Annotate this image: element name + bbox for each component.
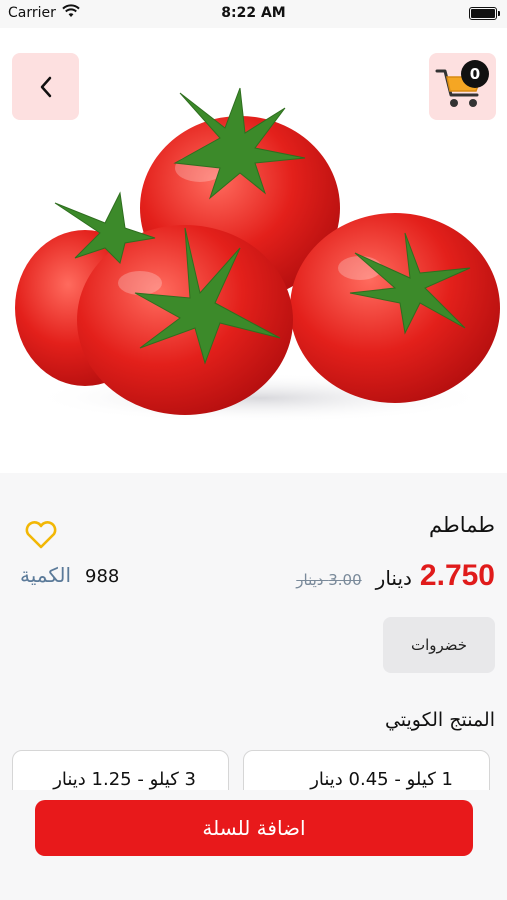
category-chip[interactable]: خضروات bbox=[383, 617, 495, 673]
old-price: 3.00 دينار bbox=[296, 571, 362, 589]
price-currency: دينار bbox=[375, 566, 412, 590]
back-button[interactable] bbox=[12, 53, 79, 120]
options-section-title: المنتج الكويتي bbox=[384, 709, 495, 731]
price-value: 2.750 bbox=[419, 559, 495, 592]
quantity-info: الكمية 988 bbox=[20, 563, 119, 587]
price-row: 2.750 دينار 3.00 دينار bbox=[296, 559, 495, 593]
clock: 8:22 AM bbox=[221, 5, 286, 21]
cart-count-badge: 0 bbox=[461, 60, 489, 88]
status-bar: Carrier 8:22 AM bbox=[0, 0, 507, 28]
quantity-value: 988 bbox=[85, 566, 120, 587]
cart-button[interactable]: 0 bbox=[429, 53, 496, 120]
chevron-left-icon bbox=[40, 76, 51, 97]
bottom-bar: اضافة للسلة bbox=[0, 790, 507, 900]
battery-icon bbox=[469, 7, 500, 20]
heart-icon[interactable] bbox=[24, 520, 58, 554]
add-to-cart-button[interactable]: اضافة للسلة bbox=[35, 800, 473, 856]
product-name: طماطم bbox=[429, 513, 495, 537]
quantity-label: الكمية bbox=[20, 563, 72, 587]
